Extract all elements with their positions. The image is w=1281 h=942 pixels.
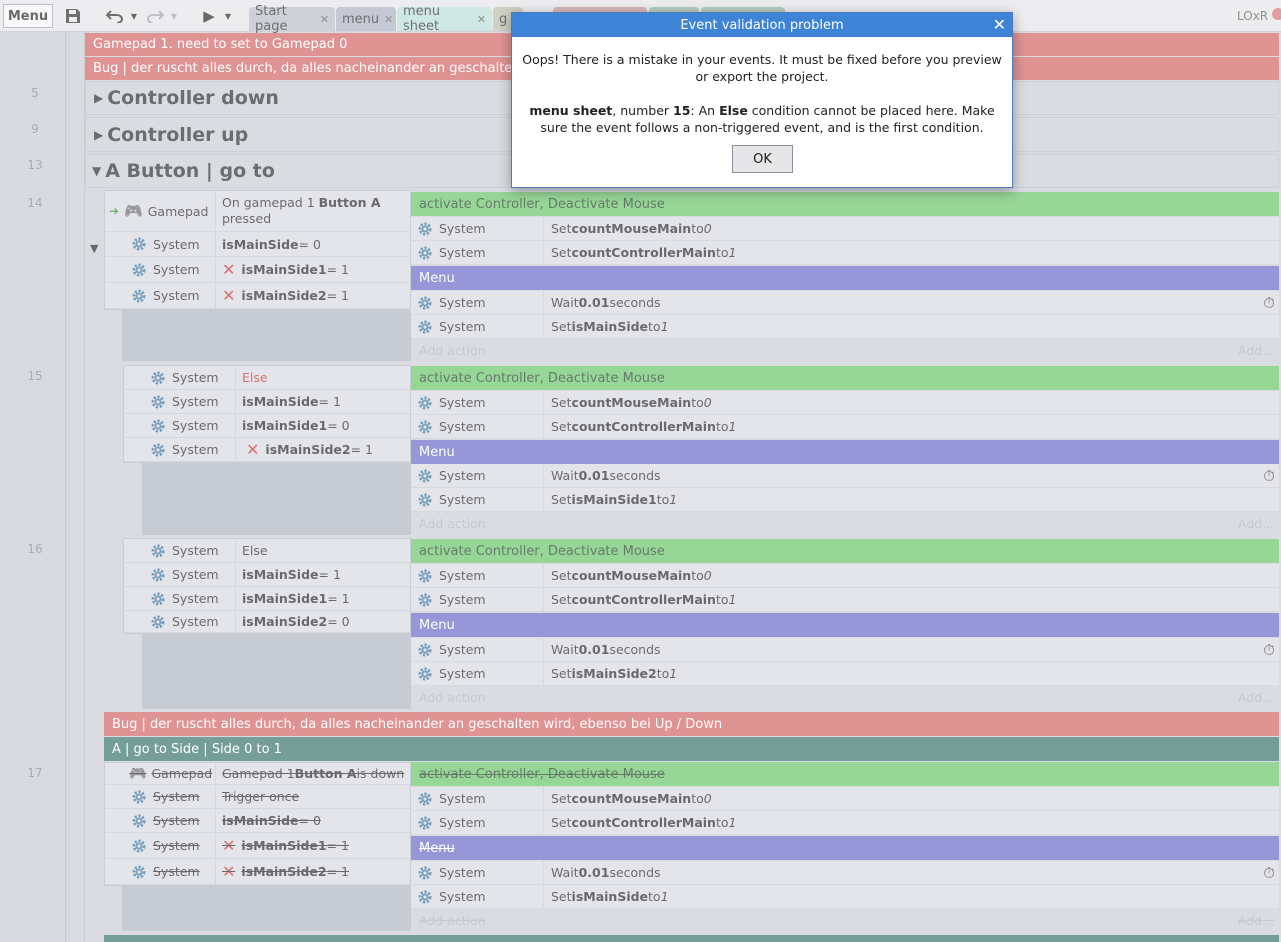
dialog-message: Oops! There is a mistake in your events.… xyxy=(512,51,1012,136)
text: condition cannot be placed here. Make xyxy=(747,103,995,118)
dialog-line: or export the project. xyxy=(695,69,829,84)
dialog-title-bar: Event validation problem ✕ xyxy=(512,13,1012,37)
text: : An xyxy=(690,103,720,118)
dialog-line: sure the event follows a non-triggered e… xyxy=(540,120,984,135)
ok-button[interactable]: OK xyxy=(732,145,793,173)
else-keyword: Else xyxy=(719,103,748,118)
dialog-line: Oops! There is a mistake in your events.… xyxy=(522,52,1002,67)
event-number: 15 xyxy=(673,103,691,118)
dialog-line: menu sheet, number 15: An Else condition… xyxy=(512,102,1012,119)
text: , number xyxy=(612,103,674,118)
dialog-title: Event validation problem xyxy=(680,17,844,33)
close-icon[interactable]: ✕ xyxy=(993,15,1006,34)
sheet-name: menu sheet xyxy=(529,103,613,118)
validation-dialog: Event validation problem ✕ Oops! There i… xyxy=(511,12,1013,188)
